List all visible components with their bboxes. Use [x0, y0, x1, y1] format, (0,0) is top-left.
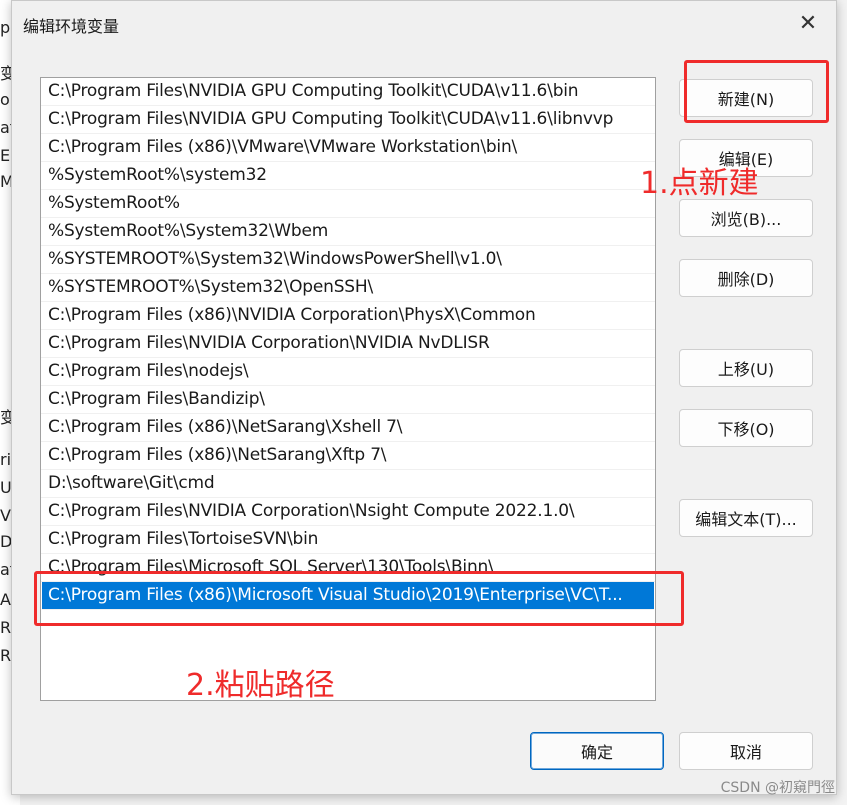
path-row[interactable]: C:\Program Files\NVIDIA Corporation\NVID… — [41, 330, 655, 358]
move-down-button[interactable]: 下移(O) — [679, 409, 813, 447]
path-row[interactable]: C:\Program Files\NVIDIA GPU Computing To… — [41, 106, 655, 134]
path-row[interactable]: C:\Program Files (x86)\NVIDIA Corporatio… — [41, 302, 655, 330]
watermark: CSDN @初窺門徑 — [720, 780, 835, 796]
path-row[interactable]: C:\Program Files\nodejs\ — [41, 358, 655, 386]
browse-button[interactable]: 浏览(B)... — [679, 199, 813, 237]
annotation-new-highlight — [684, 60, 829, 123]
path-row[interactable]: C:\Program Files\Bandizip\ — [41, 386, 655, 414]
path-row[interactable]: C:\Program Files (x86)\NetSarang\Xftp 7\ — [41, 442, 655, 470]
annotation-path-highlight — [34, 571, 684, 626]
annotation-step2-text: 2.粘贴路径 — [186, 668, 335, 703]
path-row[interactable]: C:\Program Files\TortoiseSVN\bin — [41, 526, 655, 554]
path-row[interactable]: %SYSTEMROOT%\System32\WindowsPowerShell\… — [41, 246, 655, 274]
dialog-title: 编辑环境变量 — [23, 17, 120, 36]
annotation-step1-text: 1.点新建 — [640, 166, 759, 201]
edit-text-button[interactable]: 编辑文本(T)... — [679, 499, 813, 537]
path-row[interactable]: C:\Program Files (x86)\VMware\VMware Wor… — [41, 134, 655, 162]
path-row[interactable]: C:\Program Files\NVIDIA Corporation\Nsig… — [41, 498, 655, 526]
path-row[interactable]: %SystemRoot%\system32 — [41, 162, 655, 190]
close-icon[interactable]: ✕ — [796, 11, 820, 36]
path-row[interactable]: D:\software\Git\cmd — [41, 470, 655, 498]
path-row[interactable]: C:\Program Files (x86)\NetSarang\Xshell … — [41, 414, 655, 442]
path-row[interactable]: %SystemRoot% — [41, 190, 655, 218]
delete-button[interactable]: 删除(D) — [679, 259, 813, 297]
path-row[interactable]: %SystemRoot%\System32\Wbem — [41, 218, 655, 246]
ok-button[interactable]: 确定 — [530, 732, 664, 770]
cancel-button[interactable]: 取消 — [679, 732, 813, 770]
move-up-button[interactable]: 上移(U) — [679, 349, 813, 387]
path-row[interactable]: %SYSTEMROOT%\System32\OpenSSH\ — [41, 274, 655, 302]
path-row[interactable]: C:\Program Files\NVIDIA GPU Computing To… — [41, 78, 655, 106]
